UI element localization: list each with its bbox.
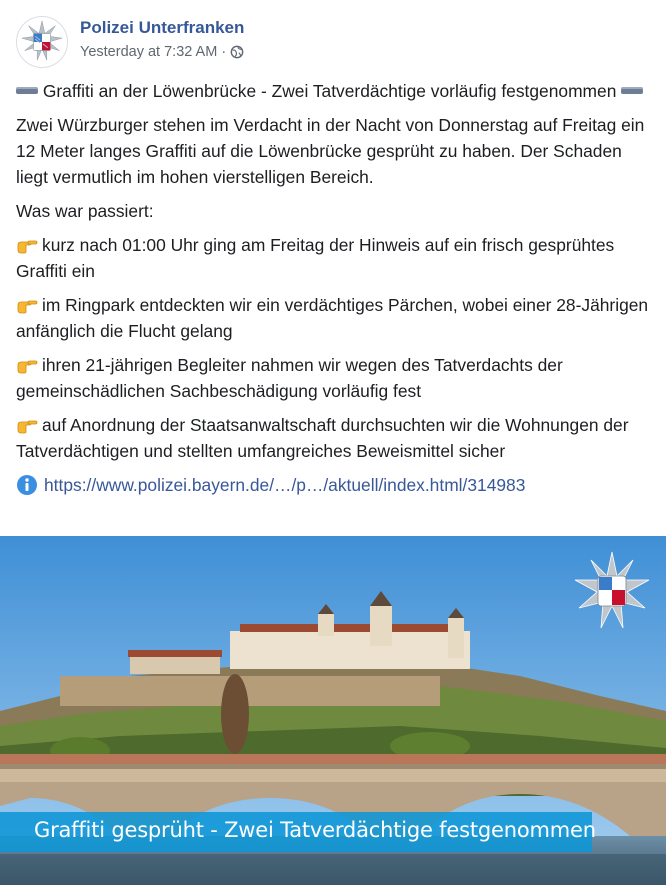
meta-separator: ·: [221, 44, 227, 60]
bullet-item: im Ringpark entdeckten wir ein verdächti…: [16, 292, 652, 344]
page-name-link[interactable]: Polizei Unterfranken: [80, 18, 244, 38]
pointing-hand-icon: [16, 295, 38, 315]
globe-icon[interactable]: [230, 45, 244, 59]
post-timestamp[interactable]: Yesterday at 7:32 AM: [80, 44, 217, 60]
article-link[interactable]: https://www.polizei.bayern.de/…/p…/aktue…: [44, 475, 525, 495]
bullet-item: ihren 21-jährigen Begleiter nahmen wir w…: [16, 352, 652, 404]
bullet-text: ihren 21-jährigen Begleiter nahmen wir w…: [16, 355, 563, 401]
police-star-badge-icon: [574, 551, 650, 629]
bullet-text: auf Anordnung der Staatsanwaltschaft dur…: [16, 415, 629, 461]
post-headline-line: Graffiti an der Löwenbrücke - Zwei Tatve…: [16, 78, 652, 104]
post-header: Polizei Unterfranken Yesterday at 7:32 A…: [16, 16, 656, 72]
post-headline: Graffiti an der Löwenbrücke - Zwei Tatve…: [42, 81, 617, 101]
bullet-text: im Ringpark entdeckten wir ein verdächti…: [16, 295, 649, 341]
dash-emoji-icon: [621, 87, 644, 95]
police-star-badge-icon: [17, 17, 67, 67]
pointing-hand-icon: [16, 355, 38, 375]
dash-emoji-icon: [16, 87, 38, 95]
bullet-text: kurz nach 01:00 Uhr ging am Freitag der …: [16, 235, 615, 281]
post-image[interactable]: Graffiti gesprüht - Zwei Tatverdächtige …: [0, 536, 666, 885]
post-paragraph: Zwei Würzburger stehen im Verdacht in de…: [16, 115, 645, 187]
pointing-hand-icon: [16, 415, 38, 435]
post-question: Was war passiert:: [16, 201, 154, 221]
post-meta: Yesterday at 7:32 AM ·: [80, 44, 244, 60]
page-avatar[interactable]: [16, 16, 68, 68]
link-line: https://www.polizei.bayern.de/…/p…/aktue…: [16, 472, 652, 498]
image-caption: Graffiti gesprüht - Zwei Tatverdächtige …: [34, 818, 596, 842]
bullet-item: auf Anordnung der Staatsanwaltschaft dur…: [16, 412, 652, 464]
bullet-item: kurz nach 01:00 Uhr ging am Freitag der …: [16, 232, 652, 284]
info-icon: [17, 475, 37, 495]
pointing-hand-icon: [16, 235, 38, 255]
caption-banner: Graffiti gesprüht - Zwei Tatverdächtige …: [0, 812, 596, 852]
post-body: Graffiti an der Löwenbrücke - Zwei Tatve…: [16, 78, 652, 506]
